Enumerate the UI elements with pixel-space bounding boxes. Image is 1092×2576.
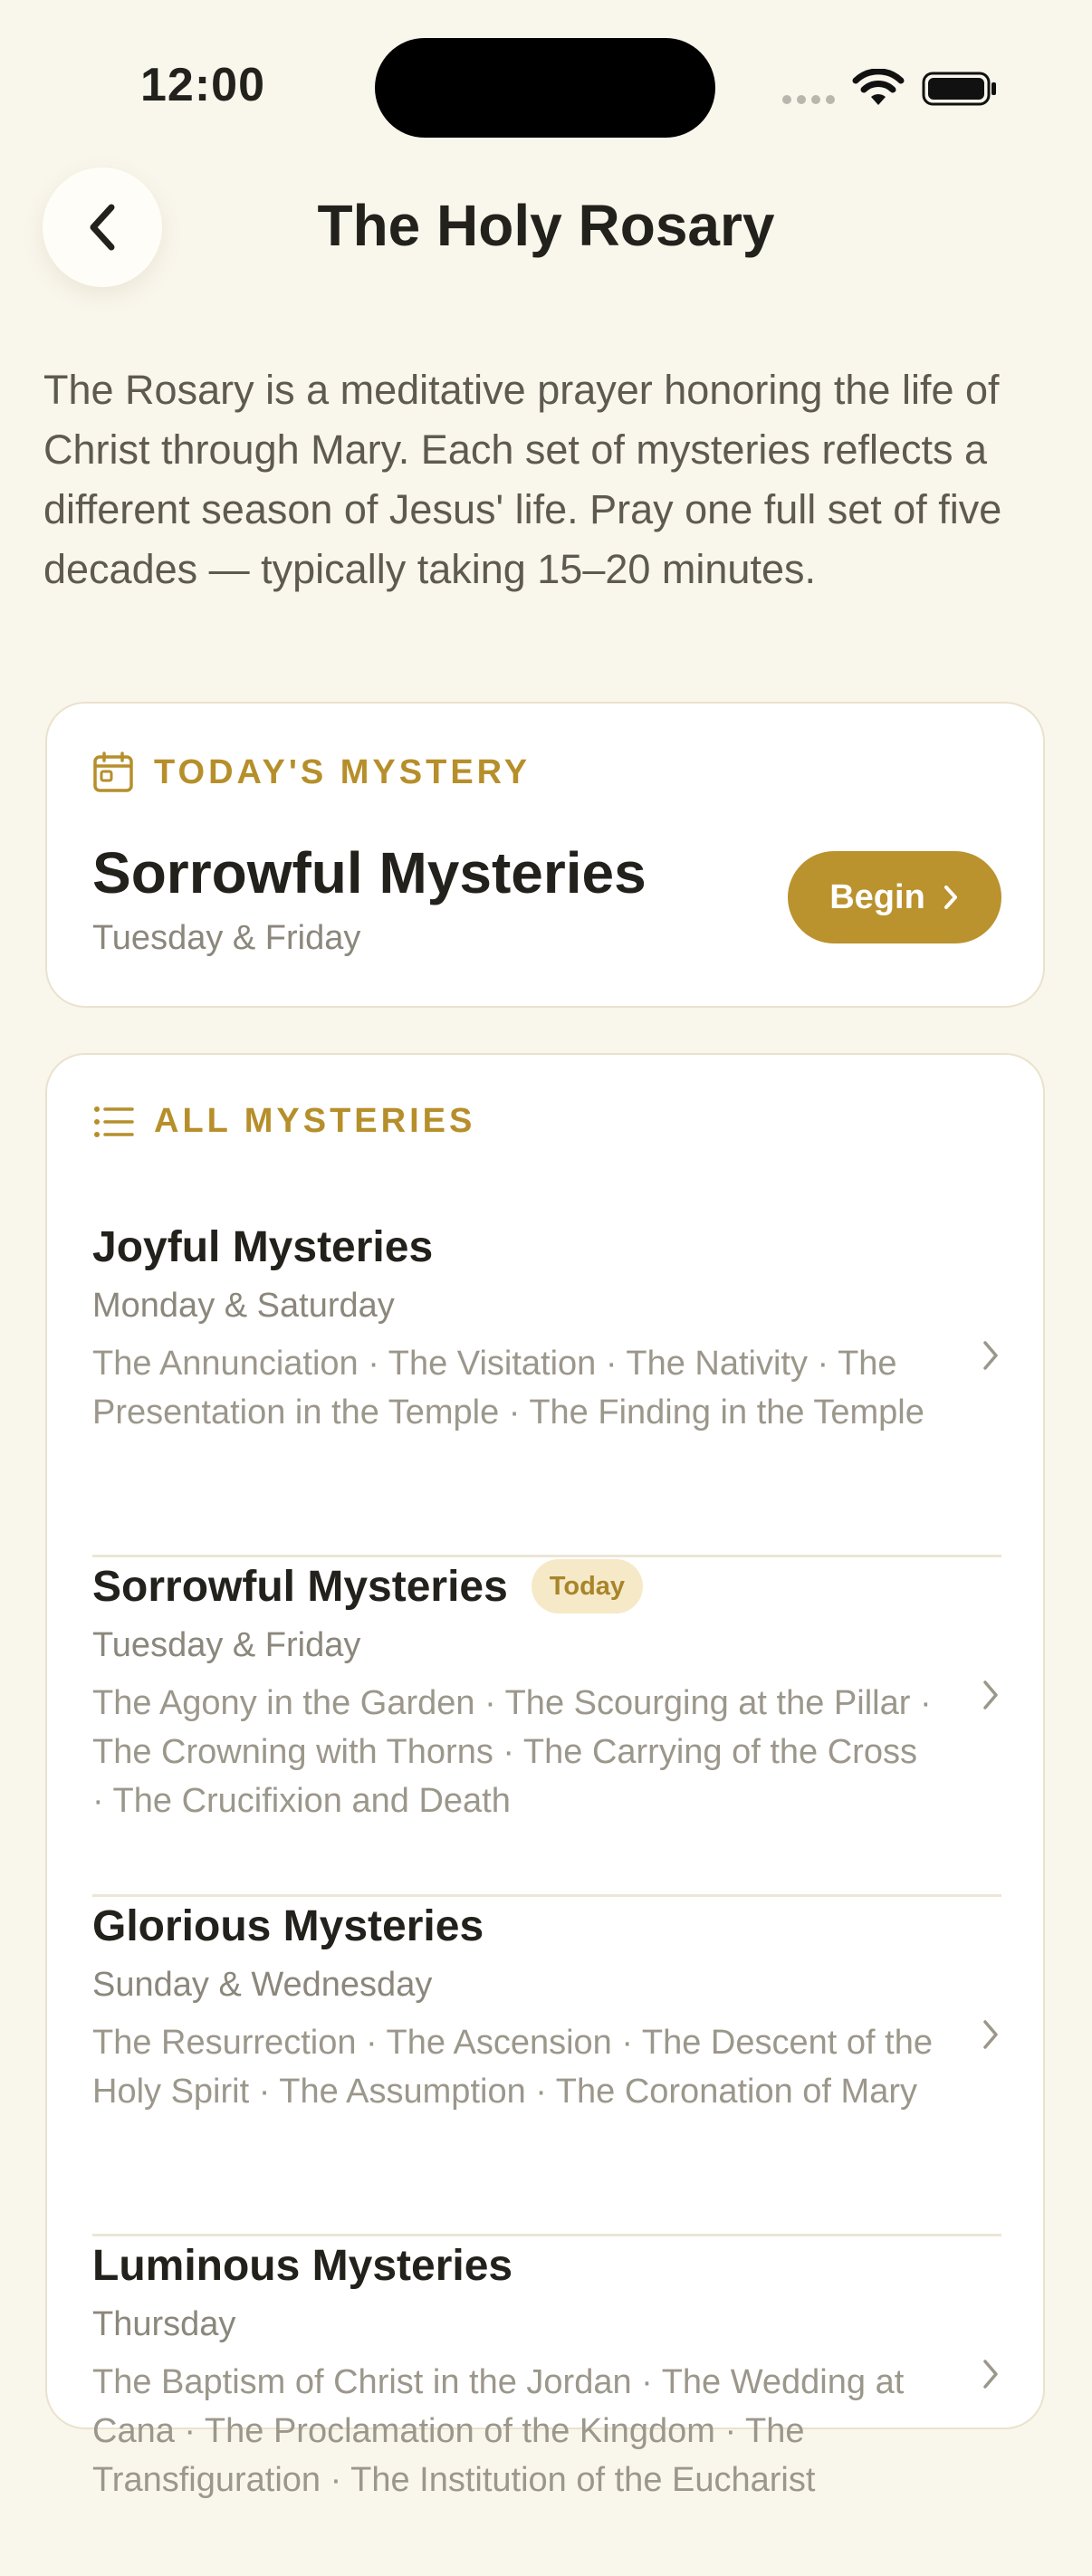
todays-mystery-header: TODAY'S MYSTERY <box>92 752 531 793</box>
todays-mystery-days: Tuesday & Friday <box>92 919 361 957</box>
mystery-item-sorrowful[interactable]: Sorrowful Mysteries Today Tuesday & Frid… <box>92 1557 1001 1897</box>
wifi-icon <box>852 69 905 105</box>
dynamic-island <box>375 38 715 138</box>
mystery-title: Luminous Mysteries <box>92 2241 513 2290</box>
all-mysteries-card: ALL MYSTERIES Joyful Mysteries Monday & … <box>45 1053 1045 2499</box>
list-icon <box>94 1106 134 1137</box>
todays-mystery-title: Sorrowful Mysteries <box>92 840 647 905</box>
mystery-description: The Baptism of Christ in the Jordan · Th… <box>92 2363 905 2499</box>
status-bar: 12:00 <box>0 0 1092 172</box>
mystery-description: The Resurrection · The Ascension · The D… <box>92 2024 933 2111</box>
chevron-right-icon <box>983 1681 998 1709</box>
mystery-item-luminous[interactable]: Luminous Mysteries Thursday The Baptism … <box>92 2236 1001 2576</box>
chevron-right-icon <box>983 2020 998 2049</box>
all-mysteries-label: ALL MYSTERIES <box>154 1102 476 1140</box>
begin-button[interactable]: Begin <box>788 851 1001 943</box>
todays-mystery-label: TODAY'S MYSTERY <box>154 752 532 791</box>
begin-button-label: Begin <box>829 877 925 916</box>
mystery-title: Glorious Mysteries <box>92 1901 484 1950</box>
mystery-description: The Agony in the Garden · The Scourging … <box>92 1684 932 1820</box>
todays-mystery-card: TODAY'S MYSTERY Sorrowful Mysteries Tues… <box>45 702 1045 1008</box>
mystery-days: Tuesday & Friday <box>92 1626 361 1664</box>
all-mysteries-header: ALL MYSTERIES <box>92 1102 475 1141</box>
calendar-icon <box>93 752 133 792</box>
chevron-right-icon <box>983 2360 998 2389</box>
intro-text: The Rosary is a meditative prayer honori… <box>43 367 1002 592</box>
status-time: 12:00 <box>140 59 265 111</box>
mystery-description: The Annunciation · The Visitation · The … <box>92 1345 924 1432</box>
battery-icon <box>922 72 996 106</box>
page-title: The Holy Rosary <box>317 193 775 258</box>
mystery-item-joyful[interactable]: Joyful Mysteries Monday & Saturday The A… <box>92 1218 1001 1557</box>
mystery-days: Sunday & Wednesday <box>92 1966 433 2004</box>
chevron-right-icon <box>983 1341 998 1370</box>
mystery-days: Monday & Saturday <box>92 1287 395 1325</box>
mystery-title: Sorrowful Mysteries <box>92 1562 508 1611</box>
mystery-item-glorious[interactable]: Glorious Mysteries Sunday & Wednesday Th… <box>92 1897 1001 2236</box>
mystery-days: Thursday <box>92 2305 236 2343</box>
cellular-signal-icon <box>782 91 837 105</box>
today-badge: Today <box>531 1559 644 1614</box>
mystery-title: Joyful Mysteries <box>92 1222 434 1271</box>
chevron-right-icon <box>944 886 957 909</box>
